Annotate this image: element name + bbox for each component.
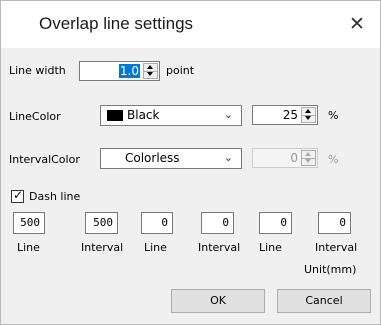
interval-color-percent-spinner[interactable]: 0 — [252, 148, 318, 168]
ok-button[interactable]: OK — [171, 289, 265, 313]
line-width-label: Line width — [9, 64, 66, 77]
dash-line-label: Dash line — [29, 190, 81, 203]
dash-line-checkbox[interactable]: ✓ — [11, 188, 24, 203]
spin-down-button[interactable] — [302, 115, 315, 122]
interval-color-label: IntervalColor — [9, 153, 80, 166]
line-color-percent-value[interactable]: 25 — [283, 108, 298, 122]
dash-unit-label: Unit(mm) — [304, 263, 357, 276]
line-color-selected: Black — [127, 108, 160, 122]
triangle-down-icon — [305, 159, 311, 163]
dash-line-1-input[interactable]: 500 — [13, 212, 45, 234]
interval-color-selected: Colorless — [125, 151, 180, 165]
color-swatch — [107, 110, 123, 121]
line-width-unit: point — [166, 64, 195, 77]
dash-line-3-input[interactable]: 0 — [259, 212, 292, 234]
dialog-title: Overlap line settings — [39, 14, 194, 33]
dash-caption-interval-1: Interval — [81, 241, 124, 254]
dash-caption-line-1: Line — [17, 241, 40, 254]
interval-color-dropdown[interactable]: Colorless ⌄ — [100, 148, 242, 169]
line-color-label: LineColor — [9, 110, 61, 123]
title-bar: Overlap line settings ✕ — [1, 1, 380, 48]
chevron-down-icon: ⌄ — [223, 151, 233, 164]
chevron-down-icon: ⌄ — [223, 108, 233, 121]
dash-interval-3-input[interactable]: 0 — [318, 212, 351, 234]
spin-down-button[interactable] — [302, 158, 315, 165]
dash-caption-interval-2: Interval — [198, 241, 241, 254]
line-width-spinner[interactable]: 1.0 — [79, 61, 160, 81]
spin-down-button[interactable] — [144, 71, 157, 78]
dash-caption-interval-3: Interval — [315, 241, 358, 254]
triangle-down-icon — [305, 116, 311, 120]
dash-interval-2-input[interactable]: 0 — [201, 212, 234, 234]
line-color-spin-buttons[interactable] — [301, 107, 316, 123]
close-icon[interactable]: ✕ — [346, 13, 368, 35]
overlap-line-settings-dialog: Overlap line settings ✕ Line width 1.0 p… — [0, 0, 381, 325]
line-width-value[interactable]: 1.0 — [118, 64, 140, 78]
interval-color-spin-buttons[interactable] — [301, 150, 316, 166]
triangle-down-icon — [147, 72, 153, 76]
dash-line-2-input[interactable]: 0 — [141, 212, 173, 234]
checkmark-icon: ✓ — [13, 188, 24, 202]
triangle-up-icon — [305, 152, 311, 156]
dash-caption-line-2: Line — [144, 241, 167, 254]
cancel-button[interactable]: Cancel — [277, 289, 371, 313]
line-color-dropdown[interactable]: Black ⌄ — [100, 105, 242, 126]
interval-color-percent-value[interactable]: 0 — [290, 151, 298, 165]
line-color-percent-spinner[interactable]: 25 — [252, 105, 318, 125]
dash-caption-line-3: Line — [259, 241, 282, 254]
line-width-spin-buttons[interactable] — [143, 63, 158, 79]
triangle-up-icon — [147, 65, 153, 69]
dash-interval-1-input[interactable]: 500 — [85, 212, 118, 234]
interval-color-percent-unit: % — [328, 153, 339, 166]
line-color-percent-unit: % — [328, 109, 339, 122]
triangle-up-icon — [305, 109, 311, 113]
